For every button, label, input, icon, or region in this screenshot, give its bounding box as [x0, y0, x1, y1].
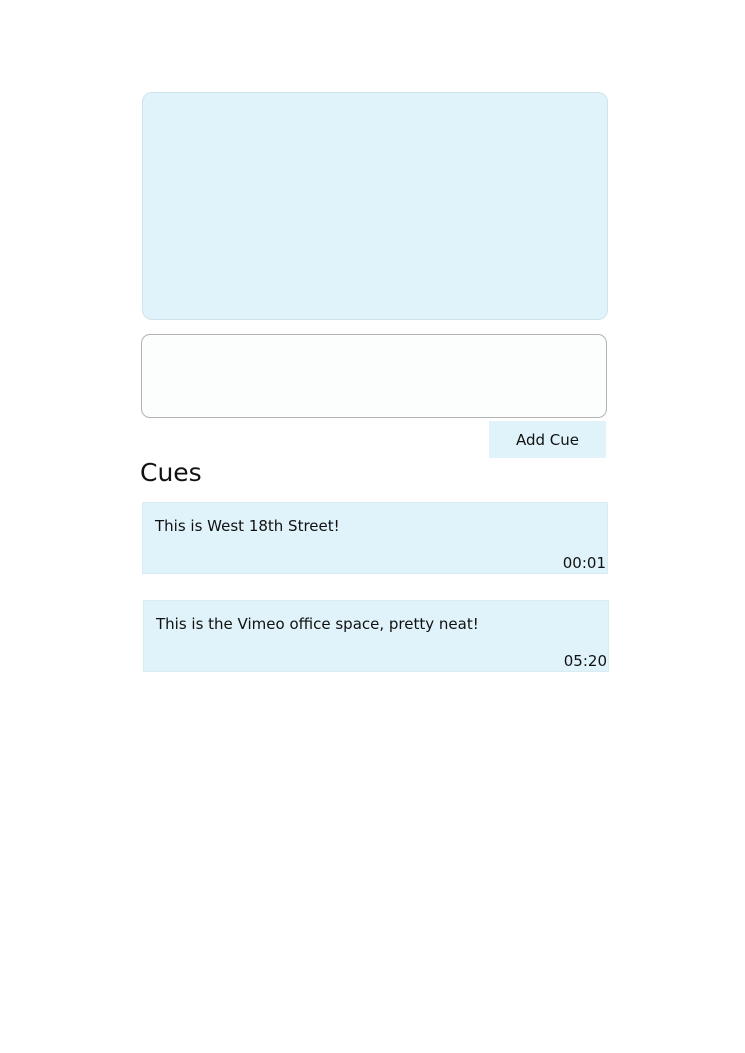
cue-text: This is West 18th Street!: [155, 517, 340, 535]
cue-text: This is the Vimeo office space, pretty n…: [156, 615, 479, 633]
cue-text-input[interactable]: [141, 334, 607, 418]
cue-item[interactable]: This is West 18th Street! 00:01: [142, 502, 608, 574]
cue-item[interactable]: This is the Vimeo office space, pretty n…: [143, 600, 609, 672]
cue-timestamp: 05:20: [563, 652, 607, 670]
cues-heading: Cues: [140, 458, 202, 487]
add-cue-button[interactable]: Add Cue: [489, 421, 606, 458]
cue-timestamp: 00:01: [562, 554, 606, 572]
video-player[interactable]: [142, 92, 608, 320]
